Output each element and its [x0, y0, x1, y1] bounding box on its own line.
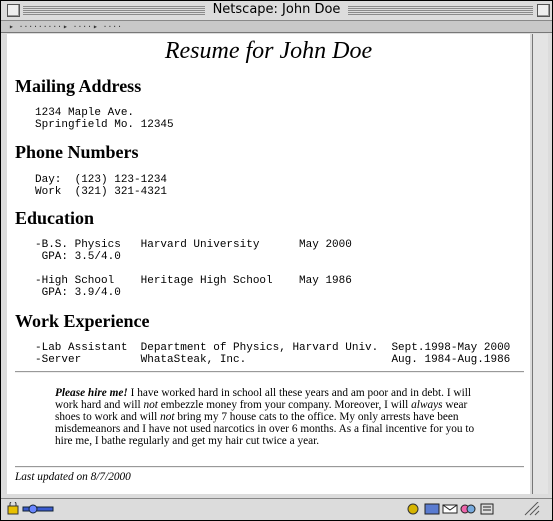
network-icon: [424, 503, 440, 515]
plea-emphasis: always: [411, 399, 443, 411]
work-line: -Lab Assistant Department of Physics, Ha…: [35, 342, 511, 354]
address-line: 1234 Maple Ave.: [35, 107, 135, 119]
tab-3[interactable]: ▸ ····: [93, 21, 122, 32]
connection-icon: [22, 506, 54, 512]
zoom-box-icon[interactable]: [537, 4, 550, 17]
window-title: Netscape: John Doe: [204, 2, 349, 17]
browser-window: Netscape: John Doe ▸ ········· ▸ ···· ▸ …: [0, 0, 553, 521]
section-heading-work: Work Experience: [15, 311, 150, 331]
education-gpa: GPA: 3.5/4.0: [35, 251, 121, 263]
title-bar[interactable]: Netscape: John Doe: [1, 1, 552, 21]
plea-text: embezzle money from your company. Moreov…: [157, 399, 412, 411]
horizontal-rule: [15, 466, 524, 468]
tab-1[interactable]: ▸ ·········: [9, 21, 62, 32]
section-heading-phone: Phone Numbers: [15, 142, 139, 162]
page-title: Resume for John Doe: [164, 38, 373, 64]
resize-icon: [524, 502, 540, 516]
plea-lead: Please hire me!: [55, 387, 128, 399]
plea-emphasis: not: [143, 399, 158, 411]
lock-icon: [7, 505, 19, 515]
education-line: -B.S. Physics Harvard University May 200…: [35, 239, 352, 251]
plea-emphasis: not: [160, 411, 175, 423]
tab-2[interactable]: ▸ ····: [63, 21, 92, 32]
last-updated: Last updated on 8/7/2000: [15, 471, 131, 483]
connection-status[interactable]: [7, 502, 57, 516]
phone-numbers: Day: (123) 123-1234 Work (321) 321-4321: [35, 174, 167, 198]
mailing-address: 1234 Maple Ave. Springfield Mo. 12345: [35, 107, 174, 131]
section-heading-mailing: Mailing Address: [15, 76, 142, 96]
section-heading-education: Education: [15, 208, 95, 228]
mail-icon: [442, 504, 458, 514]
vertical-scrollbar[interactable]: [532, 34, 548, 494]
group-icon: [460, 504, 476, 514]
work-line: -Server WhataSteak, Inc. Aug. 1984-Aug.1…: [35, 354, 511, 366]
work-experience: -Lab Assistant Department of Physics, Ha…: [35, 342, 510, 366]
component-bar[interactable]: [405, 502, 545, 516]
education-line: -High School Heritage High School May 19…: [35, 275, 352, 287]
phone-line: Day: (123) 123-1234: [35, 174, 168, 186]
tab-strip: ▸ ········· ▸ ···· ▸ ····: [1, 21, 552, 33]
education-gpa: GPA: 3.9/4.0: [35, 287, 121, 299]
education-entry: -B.S. Physics Harvard University May 200…: [35, 239, 352, 263]
composer-icon: [480, 503, 494, 515]
education-entry: -High School Heritage High School May 19…: [35, 275, 352, 299]
cover-paragraph: Please hire me! I have worked hard in sc…: [55, 387, 490, 447]
horizontal-rule: [15, 371, 524, 373]
gear-icon: [407, 503, 419, 515]
lock-shackle: [9, 502, 17, 506]
page-content: Resume for John Doe Mailing Address 1234…: [7, 34, 530, 494]
status-bar: [1, 498, 552, 520]
address-line: Springfield Mo. 12345: [35, 119, 174, 131]
phone-line: Work (321) 321-4321: [35, 186, 168, 198]
